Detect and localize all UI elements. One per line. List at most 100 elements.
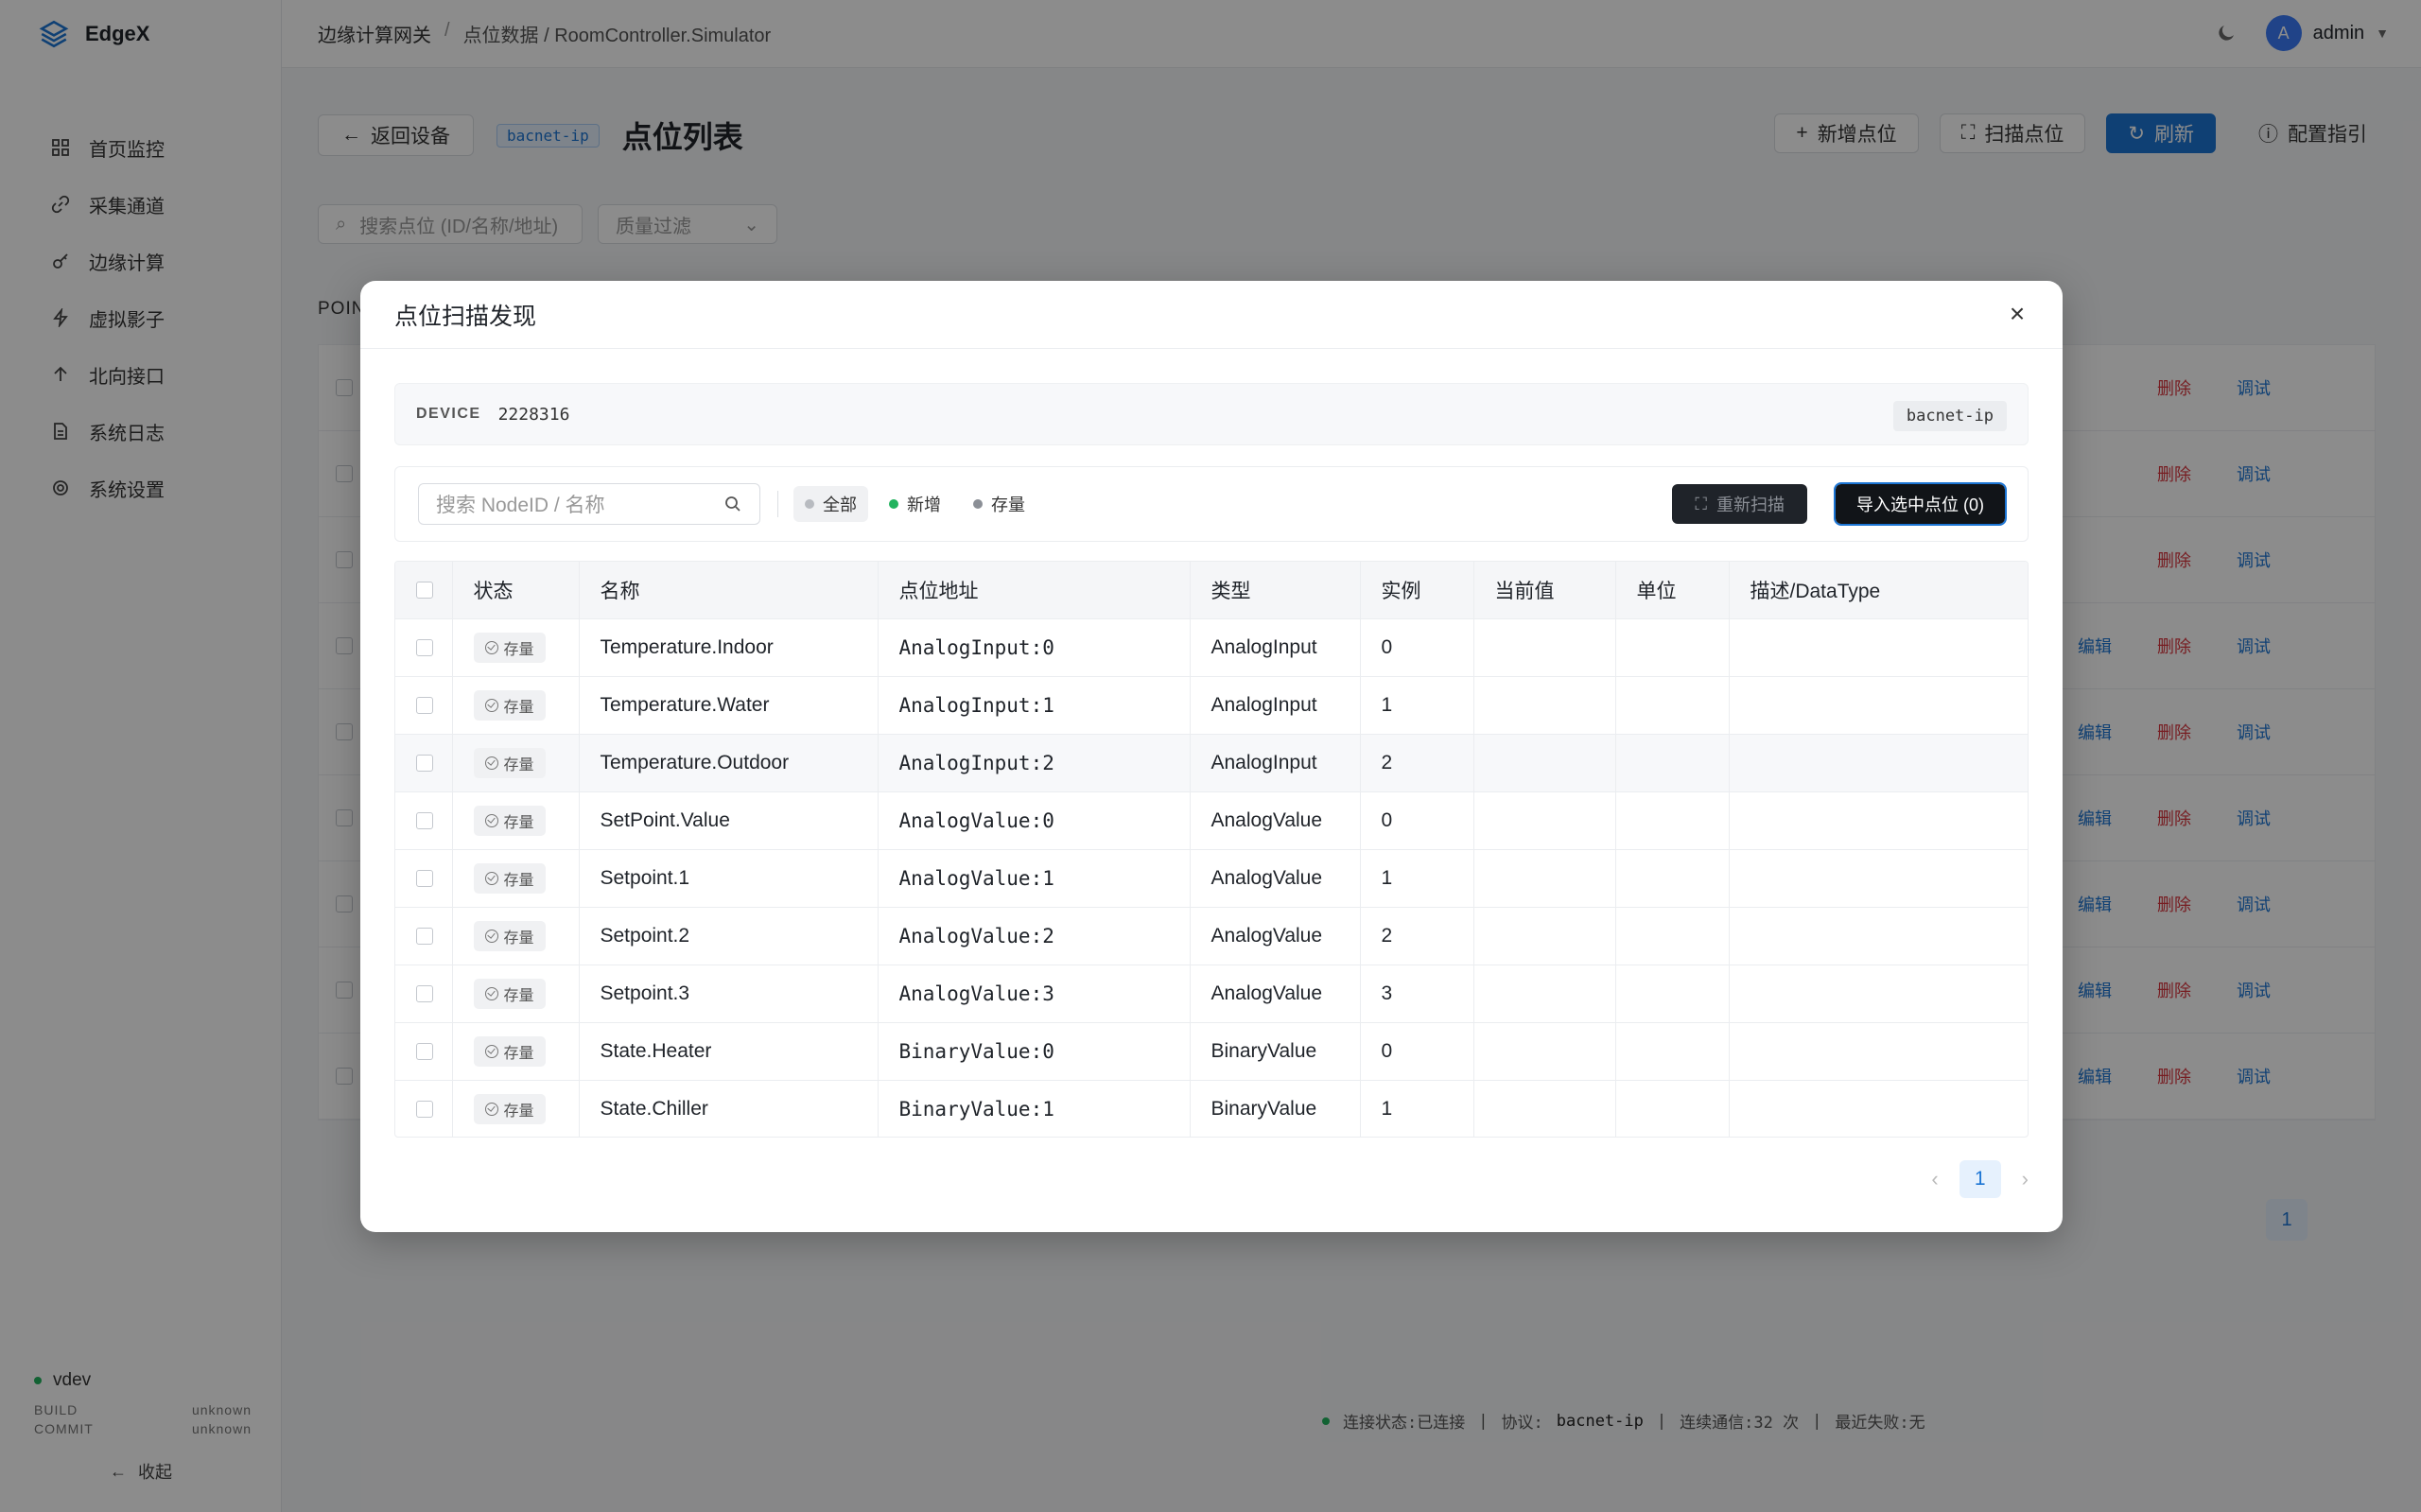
status-cell: 存量 (452, 849, 580, 908)
address-cell: BinaryValue:1 (878, 1080, 1191, 1137)
scan-results-table: 状态 名称 点位地址 类型 实例 当前值 单位 描述/DataType 存量 T… (394, 561, 2029, 1138)
row-checkbox[interactable] (416, 927, 433, 945)
address-cell: AnalogInput:1 (878, 676, 1191, 735)
instance-cell: 3 (1360, 965, 1474, 1023)
table-row[interactable]: 存量 Temperature.Water AnalogInput:1 Analo… (395, 676, 2028, 735)
instance-cell: 0 (1360, 1022, 1474, 1081)
table-row[interactable]: 存量 SetPoint.Value AnalogValue:0 AnalogVa… (395, 791, 2028, 850)
desc-cell (1729, 791, 2028, 850)
row-select-cell (395, 849, 453, 908)
row-checkbox[interactable] (416, 696, 433, 714)
status-cell: 存量 (452, 734, 580, 792)
chip-dot (805, 499, 814, 509)
table-row[interactable]: 存量 Temperature.Outdoor AnalogInput:2 Ana… (395, 734, 2028, 792)
row-select-cell (395, 907, 453, 965)
chip-label: 存量 (991, 495, 1025, 514)
chip-dot (889, 499, 898, 509)
check-circle-icon (484, 929, 498, 943)
search-icon (725, 496, 740, 512)
desc-cell (1729, 965, 2028, 1023)
device-id: 2228316 (497, 404, 570, 425)
close-icon[interactable]: × (2004, 301, 2030, 328)
table-row[interactable]: 存量 Setpoint.2 AnalogValue:2 AnalogValue … (395, 907, 2028, 965)
table-row[interactable]: 存量 State.Heater BinaryValue:0 BinaryValu… (395, 1022, 2028, 1081)
filter-chip-existing[interactable]: 存量 (962, 486, 1036, 522)
column-header-status[interactable]: 状态 (452, 562, 580, 619)
unit-cell (1615, 734, 1730, 792)
status-cell: 存量 (452, 907, 580, 965)
node-search-placeholder: 搜索 NodeID / 名称 (436, 495, 605, 516)
table-row[interactable]: 存量 Setpoint.1 AnalogValue:1 AnalogValue … (395, 849, 2028, 908)
instance-cell: 1 (1360, 849, 1474, 908)
row-checkbox[interactable] (416, 869, 433, 887)
rescan-button[interactable]: ⛶ 重新扫描 (1672, 484, 1807, 524)
instance-cell: 1 (1360, 676, 1474, 735)
table-row[interactable]: 存量 Temperature.Indoor AnalogInput:0 Anal… (395, 618, 2028, 677)
desc-cell (1729, 1080, 2028, 1137)
unit-cell (1615, 1080, 1730, 1137)
row-checkbox[interactable] (416, 754, 433, 772)
type-cell: AnalogValue (1190, 791, 1361, 850)
row-checkbox[interactable] (416, 984, 433, 1002)
row-checkbox[interactable] (416, 638, 433, 656)
column-header-value[interactable]: 当前值 (1473, 562, 1616, 619)
column-header-desc[interactable]: 描述/DataType (1729, 562, 2028, 619)
status-badge: 存量 (473, 1035, 546, 1067)
unit-cell (1615, 676, 1730, 735)
filter-chip-all[interactable]: 全部 (793, 486, 868, 522)
name-cell: State.Heater (579, 1022, 879, 1081)
column-header-name[interactable]: 名称 (579, 562, 879, 619)
page-number-button[interactable]: 1 (1959, 1160, 2001, 1198)
value-cell (1473, 734, 1616, 792)
filter-chip-new[interactable]: 新增 (878, 486, 952, 522)
column-header-type[interactable]: 类型 (1190, 562, 1361, 619)
table-row[interactable]: 存量 Setpoint.3 AnalogValue:3 AnalogValue … (395, 965, 2028, 1023)
desc-cell (1729, 734, 2028, 792)
value-cell (1473, 618, 1616, 677)
status-text: 存量 (503, 1045, 534, 1062)
unit-cell (1615, 791, 1730, 850)
name-cell: Setpoint.2 (579, 907, 879, 965)
instance-cell: 0 (1360, 618, 1474, 677)
type-cell: AnalogInput (1190, 618, 1361, 677)
device-label: DEVICE (416, 406, 481, 422)
row-checkbox[interactable] (416, 1100, 433, 1118)
value-cell (1473, 849, 1616, 908)
table-row[interactable]: 存量 State.Chiller BinaryValue:1 BinaryVal… (395, 1080, 2028, 1137)
import-selected-button[interactable]: 导入选中点位 (0) (1834, 482, 2007, 526)
instance-cell: 2 (1360, 907, 1474, 965)
address-cell: AnalogValue:2 (878, 907, 1191, 965)
chevron-right-icon[interactable]: › (2022, 1167, 2029, 1191)
type-cell: BinaryValue (1190, 1022, 1361, 1081)
status-cell: 存量 (452, 965, 580, 1023)
type-cell: AnalogInput (1190, 734, 1361, 792)
column-header-unit[interactable]: 单位 (1615, 562, 1730, 619)
row-checkbox[interactable] (416, 811, 433, 829)
address-cell: AnalogInput:0 (878, 618, 1191, 677)
select-all-checkbox[interactable] (416, 581, 433, 599)
chevron-left-icon[interactable]: ‹ (1931, 1167, 1938, 1191)
column-header-address[interactable]: 点位地址 (878, 562, 1191, 619)
status-badge: 存量 (473, 978, 546, 1009)
row-checkbox[interactable] (416, 1042, 433, 1060)
status-badge: 存量 (473, 805, 546, 836)
check-circle-icon (484, 986, 498, 1000)
address-cell: AnalogInput:2 (878, 734, 1191, 792)
node-search-input[interactable]: 搜索 NodeID / 名称 (418, 483, 760, 525)
row-select-cell (395, 965, 453, 1023)
status-badge: 存量 (473, 1093, 546, 1124)
desc-cell (1729, 618, 2028, 677)
desc-cell (1729, 1022, 2028, 1081)
name-cell: Temperature.Outdoor (579, 734, 879, 792)
column-header-instance[interactable]: 实例 (1360, 562, 1474, 619)
row-select-cell (395, 734, 453, 792)
check-circle-icon (484, 1044, 498, 1058)
status-badge: 存量 (473, 862, 546, 894)
address-cell: BinaryValue:0 (878, 1022, 1191, 1081)
status-cell: 存量 (452, 791, 580, 850)
name-cell: State.Chiller (579, 1080, 879, 1137)
status-badge: 存量 (473, 689, 546, 721)
status-text: 存量 (503, 641, 534, 658)
toolbar-divider (777, 491, 778, 517)
value-cell (1473, 965, 1616, 1023)
